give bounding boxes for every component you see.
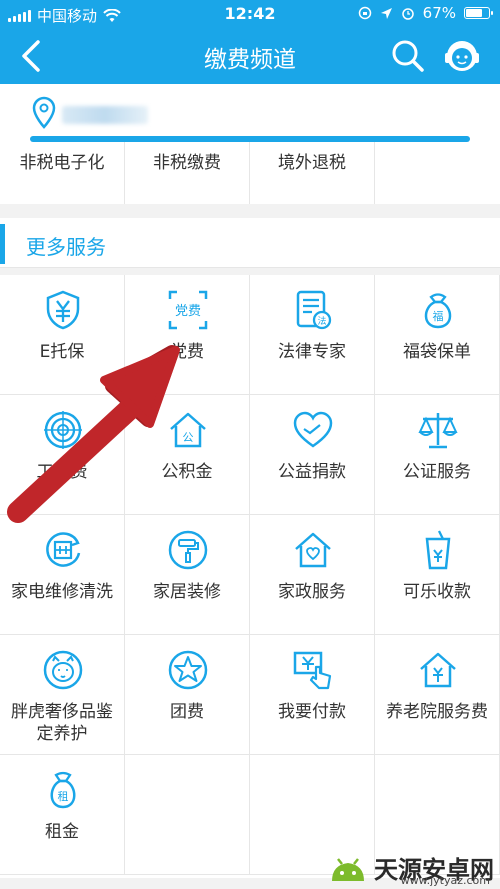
empty-cell [125,755,250,875]
search-icon[interactable] [390,38,426,74]
service-item-luxury-appraisal[interactable]: 胖虎奢侈品鉴定养护 [0,635,125,755]
scales-icon [418,413,458,449]
svg-text:党费: 党费 [175,304,201,319]
appliance-repair-icon [46,532,81,567]
service-label: 家政服务 [278,582,346,602]
watermark-url: www.jytyaz.com [400,874,490,887]
svg-text:租: 租 [58,790,69,803]
service-label: 家电维修清洗 [11,582,113,602]
service-label: 公积金 [161,462,213,482]
home-heart-icon [295,532,331,568]
service-item-e-tuobao[interactable]: E托保 [0,275,125,395]
location-pin-icon [32,96,56,129]
service-label: 党费 [170,342,204,362]
section-header-more-services: 更多服务 [0,218,500,268]
service-label: 非税缴费 [153,153,221,173]
lucky-bag-icon: 福 [424,293,452,329]
svg-text:公: 公 [183,431,194,444]
law-document-icon: 法 [296,290,332,330]
empty-cell [375,142,500,204]
service-item-lucky-bag-policy[interactable]: 福 福袋保单 [375,275,500,395]
service-label: 公益捐款 [278,462,346,482]
location-arrow-icon [380,7,392,19]
service-label: 公证服务 [403,462,471,482]
service-label: 境外退税 [278,153,346,173]
location-text-blurred [62,106,148,124]
service-label: E托保 [39,342,85,362]
payment-top-row: 非税电子化 非税缴费 境外退税 [0,142,500,204]
location-bar[interactable] [0,84,500,142]
service-item-legal-expert[interactable]: 法 法律专家 [250,275,375,395]
section-title: 更多服务 [26,235,106,259]
service-label: 团费 [170,702,204,722]
service-label: 非税电子化 [19,153,105,173]
party-fee-icon: 党费 [168,290,208,330]
service-label: 租金 [45,822,79,842]
battery-percent: 67% [422,4,456,22]
rent-bag-icon: 租 [50,771,76,809]
heart-hand-icon [293,411,333,448]
service-label: 胖虎奢侈品鉴定养护 [11,702,113,744]
service-overseas-tax-refund[interactable]: 境外退税 [250,142,375,204]
svg-text:法: 法 [317,315,326,327]
service-item-rent[interactable]: 租 租金 [0,755,125,875]
service-item-appliance-repair[interactable]: 家电维修清洗 [0,515,125,635]
service-item-union-fee[interactable]: 工会费 [0,395,125,515]
service-item-notary[interactable]: 公证服务 [375,395,500,515]
service-label: 我要付款 [278,702,346,722]
service-item-housekeeping[interactable]: 家政服务 [250,515,375,635]
service-item-make-payment[interactable]: 我要付款 [250,635,375,755]
service-label: 福袋保单 [403,342,471,362]
service-item-party-fee[interactable]: 党费 党费 [125,275,250,395]
service-label: 可乐收款 [403,582,471,602]
tiger-face-icon [43,650,83,690]
service-item-league-fee[interactable]: 团费 [125,635,250,755]
shield-yen-icon [46,290,80,330]
battery-icon [464,7,493,19]
cola-cup-icon [425,530,451,570]
service-label: 法律专家 [278,342,346,362]
service-item-cola-payment[interactable]: 可乐收款 [375,515,500,635]
watermark: 天源安卓网 www.jytyaz.com [328,850,494,887]
star-circle-icon [168,650,208,690]
status-bar: 中国移动 12:42 67% [0,0,500,28]
target-icon [44,411,82,449]
service-label: 家居装修 [153,582,221,602]
service-item-charity-donation[interactable]: 公益捐款 [250,395,375,515]
nav-bar: 缴费频道 [0,28,500,84]
service-nontax-payment[interactable]: 非税缴费 [125,142,250,204]
section-accent-bar [0,224,5,264]
services-grid: E托保 党费 党费 法 法律专家 福 福袋保单 工会费 公 公积金 公益捐款 公… [0,275,500,878]
house-fund-icon: 公 [170,412,206,448]
customer-service-icon[interactable] [442,36,482,76]
service-item-home-decoration[interactable]: 家居装修 [125,515,250,635]
service-nontax-electronic[interactable]: 非税电子化 [0,142,125,204]
pay-tap-icon [293,651,332,690]
service-label: 工会费 [36,462,88,482]
paint-roller-icon [168,530,208,570]
service-item-nursing-home-fee[interactable]: 养老院服务费 [375,635,500,755]
service-item-housing-fund[interactable]: 公 公积金 [125,395,250,515]
svg-text:福: 福 [433,309,444,323]
android-logo-icon [332,857,364,881]
nursing-home-icon [420,652,456,688]
rotation-lock-icon [358,6,371,20]
alarm-icon [401,8,414,20]
service-label: 养老院服务费 [386,702,488,722]
